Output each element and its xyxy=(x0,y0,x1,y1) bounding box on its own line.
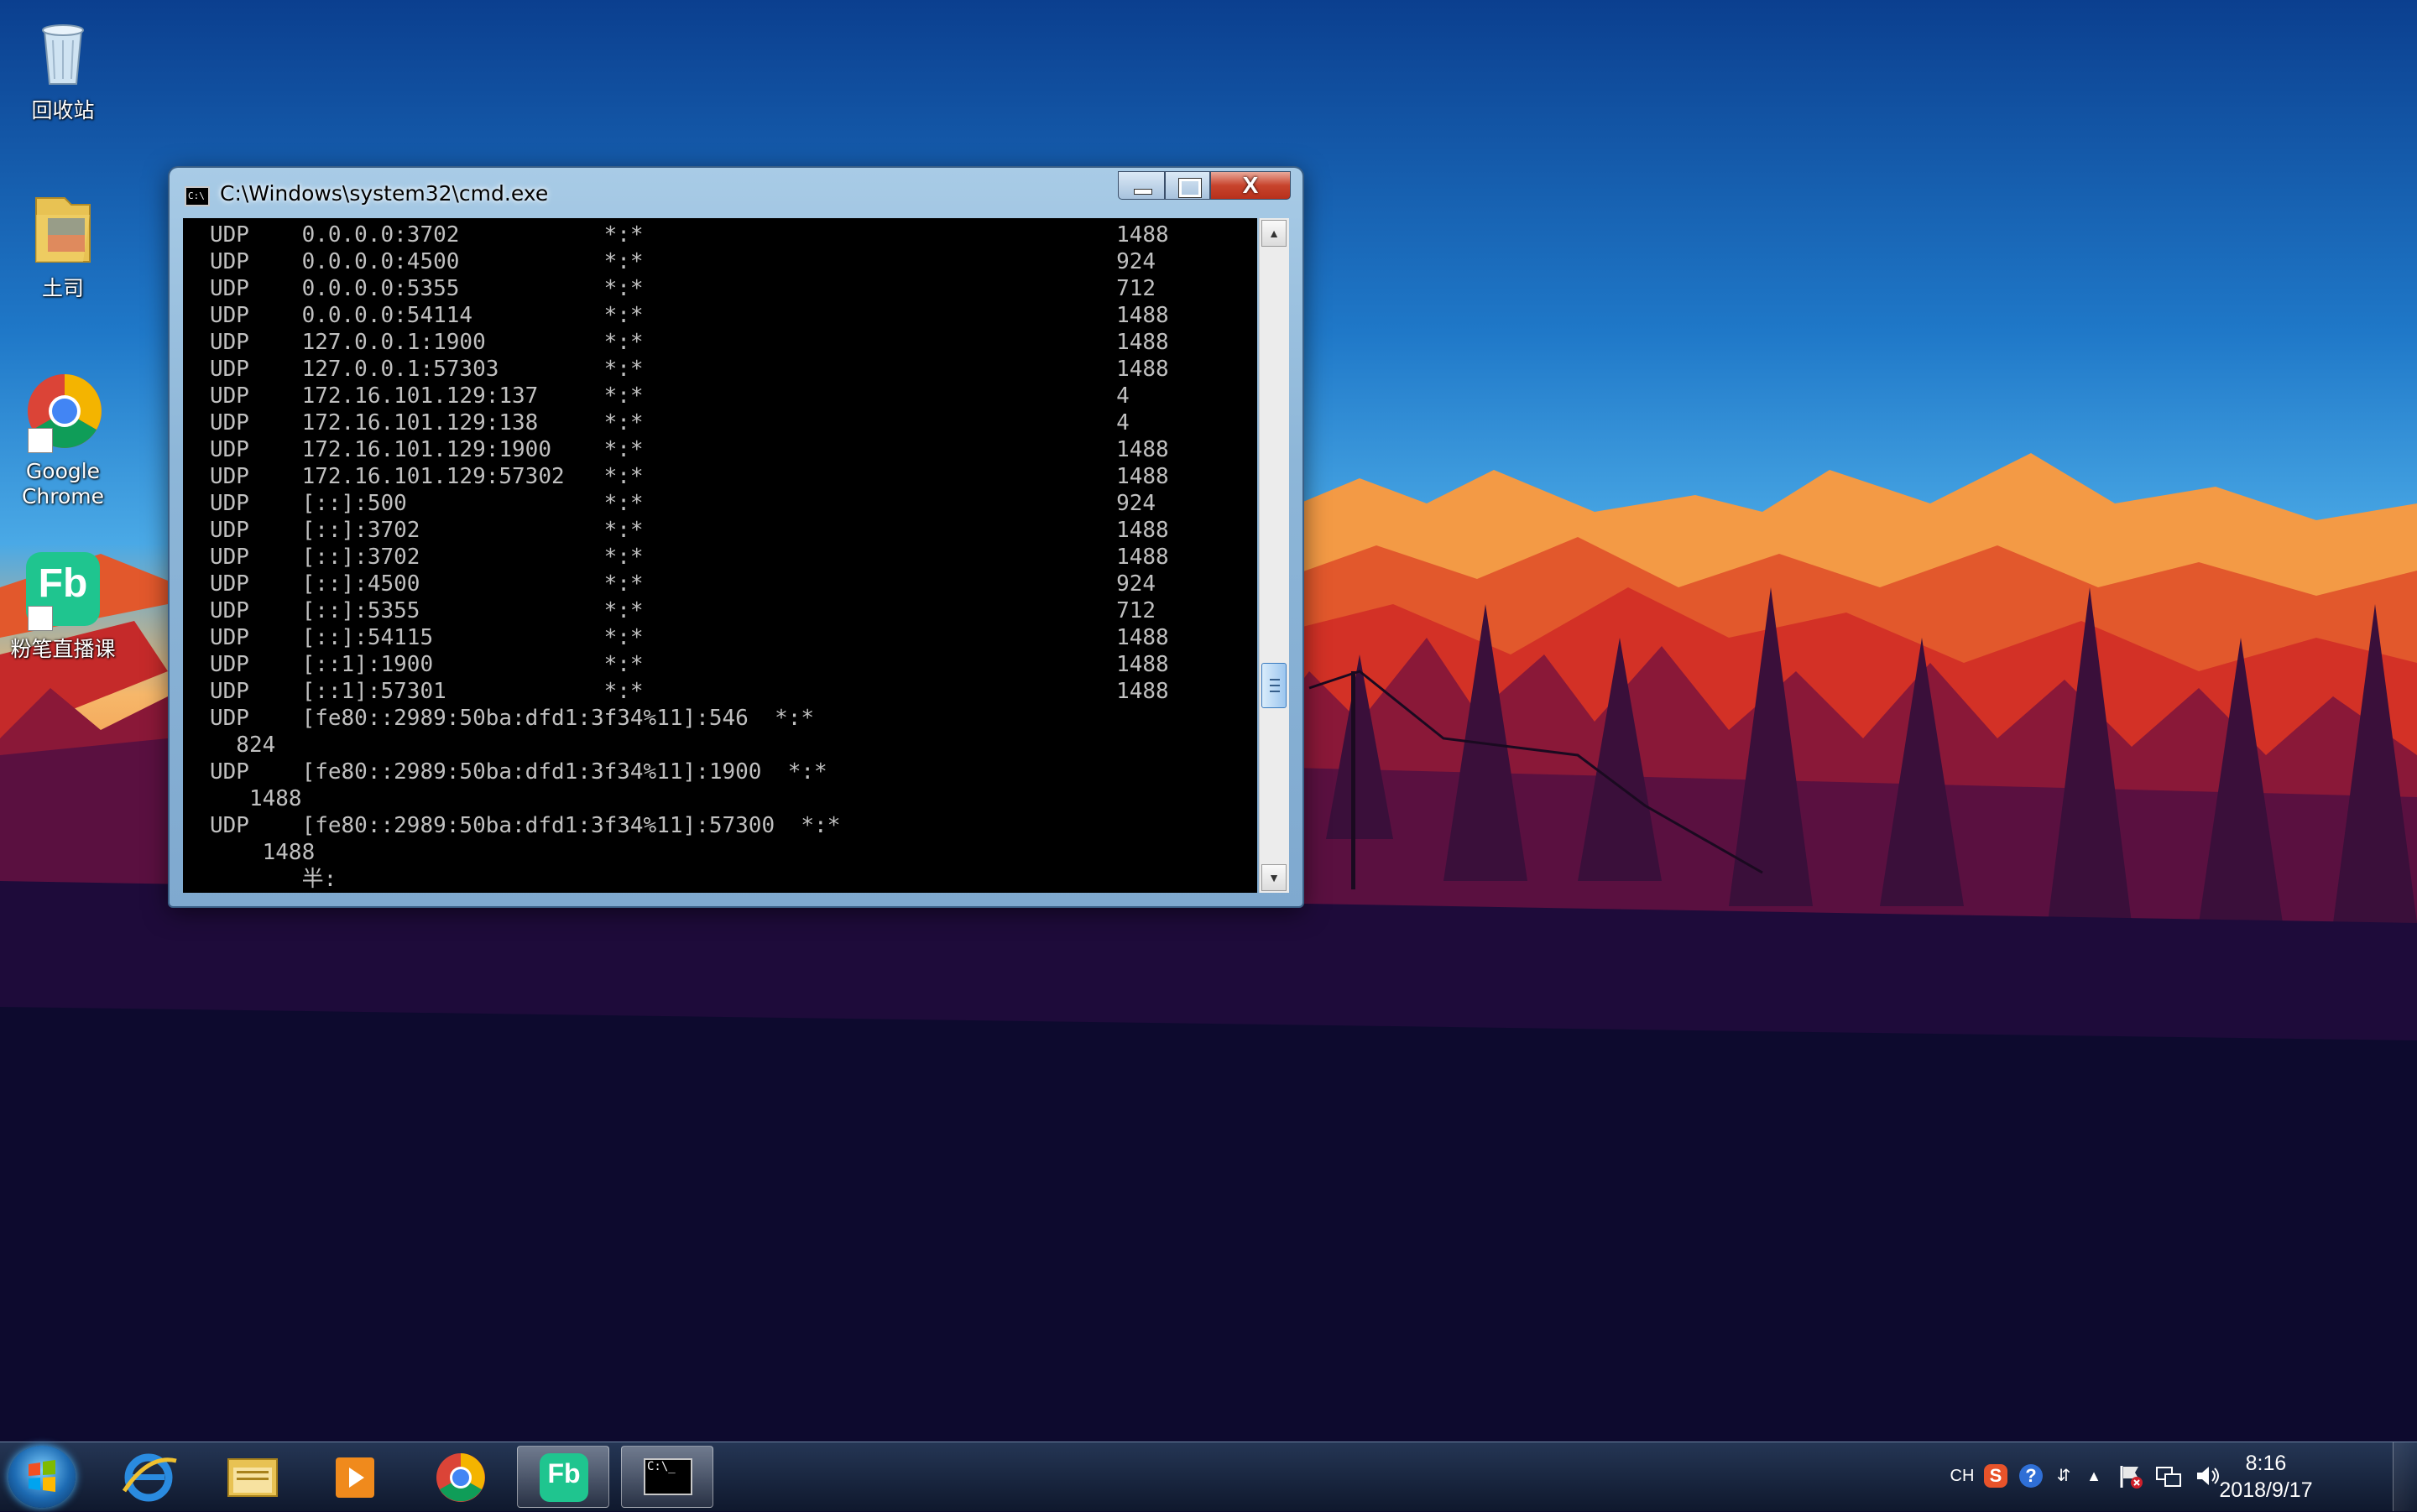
cmd-app-icon[interactable]: C:\ xyxy=(185,186,210,206)
show-desktop-button[interactable] xyxy=(2393,1442,2417,1511)
file-explorer-icon xyxy=(227,1458,278,1497)
network-adapter-icon[interactable]: ⇵ xyxy=(2051,1461,2076,1491)
cmd-window[interactable]: C:\ C:\Windows\system32\cmd.exe X UDP 0.… xyxy=(170,168,1302,906)
shortcut-arrow-icon xyxy=(28,606,53,631)
chrome-icon xyxy=(23,373,103,453)
scroll-down-arrow[interactable]: ▼ xyxy=(1261,864,1287,891)
desktop-icon-folder[interactable]: 土司 xyxy=(0,190,126,302)
desktop-icon-label-line2: Chrome xyxy=(21,484,105,508)
cmd-titlebar[interactable]: C:\ C:\Windows\system32\cmd.exe X xyxy=(170,168,1302,216)
chrome-icon xyxy=(436,1453,485,1502)
minimize-icon xyxy=(1134,189,1152,195)
action-center-flag-icon[interactable] xyxy=(2115,1461,2145,1491)
window-title: C:\Windows\system32\cmd.exe xyxy=(220,181,549,206)
internet-explorer-icon xyxy=(122,1453,177,1502)
ime-indicator[interactable]: CH xyxy=(1947,1461,1977,1491)
taskbar-fenbi[interactable]: Fb xyxy=(517,1446,609,1508)
recycle-bin-icon xyxy=(23,12,103,92)
close-icon: X xyxy=(1242,172,1259,198)
scroll-up-arrow[interactable]: ▲ xyxy=(1261,220,1287,247)
fenbi-badge: Fb xyxy=(547,1458,581,1489)
desktop-icon-label: Google xyxy=(25,459,101,483)
minimize-button[interactable] xyxy=(1118,171,1165,200)
show-hidden-icons-arrow[interactable]: ▲ xyxy=(2081,1461,2106,1491)
windows-logo-icon xyxy=(29,1460,55,1492)
clock-time[interactable]: 8:16 xyxy=(2207,1451,2325,1476)
taskbar-chrome[interactable] xyxy=(415,1446,507,1508)
taskbar-media-player[interactable] xyxy=(309,1446,401,1508)
fenbi-icon: Fb xyxy=(23,550,103,631)
fenbi-badge: Fb xyxy=(38,561,88,606)
start-button[interactable] xyxy=(8,1446,76,1508)
desktop-icon-recycle-bin[interactable]: 回收站 xyxy=(0,12,126,124)
shortcut-arrow-icon xyxy=(28,428,53,453)
desktop-icon-fenbi[interactable]: Fb 粉笔直播课 xyxy=(0,550,126,663)
sogou-ime-icon[interactable]: S xyxy=(1981,1461,2009,1491)
cmd-icon-text: C:\_ xyxy=(647,1460,676,1473)
desktop[interactable]: 回收站 土司 Google Chrome Fb 粉笔直播课 C:\ C:\Win… xyxy=(0,0,2417,1511)
maximize-icon xyxy=(1178,178,1202,198)
taskbar-internet-explorer[interactable] xyxy=(102,1446,195,1508)
maximize-button[interactable] xyxy=(1165,171,1210,200)
close-button[interactable]: X xyxy=(1210,171,1291,200)
taskbar-cmd[interactable]: C:\_ xyxy=(621,1446,713,1508)
console-text: UDP 0.0.0.0:3702 *:* 1488 UDP 0.0.0.0:45… xyxy=(210,222,1169,892)
scroll-thumb[interactable] xyxy=(1261,663,1287,708)
taskbar-file-explorer[interactable] xyxy=(206,1446,299,1508)
desktop-icon-label: 回收站 xyxy=(31,98,95,123)
console-output-area[interactable]: UDP 0.0.0.0:3702 *:* 1488 UDP 0.0.0.0:45… xyxy=(183,218,1257,893)
desktop-icon-label: 土司 xyxy=(41,276,84,300)
system-tray[interactable]: CH S ? ⇵ ▲ 8:16 2018/9/17 xyxy=(1947,1442,2417,1511)
media-player-icon xyxy=(336,1457,374,1498)
sogou-icon-letter: S xyxy=(1989,1465,2002,1486)
desktop-icon-google-chrome[interactable]: Google Chrome xyxy=(0,373,126,510)
vertical-scrollbar[interactable]: ▲ ▼ xyxy=(1259,218,1289,893)
taskbar[interactable]: Fb C:\_ CH S ? ⇵ ▲ 8:16 2018/9/17 xyxy=(0,1442,2417,1511)
network-icon[interactable] xyxy=(2153,1461,2184,1491)
folder-icon xyxy=(23,190,103,270)
clock-date[interactable]: 2018/9/17 xyxy=(2207,1478,2325,1503)
help-icon-glyph: ? xyxy=(2025,1465,2037,1486)
help-icon[interactable]: ? xyxy=(2016,1461,2044,1491)
desktop-icon-label: 粉笔直播课 xyxy=(10,637,116,661)
